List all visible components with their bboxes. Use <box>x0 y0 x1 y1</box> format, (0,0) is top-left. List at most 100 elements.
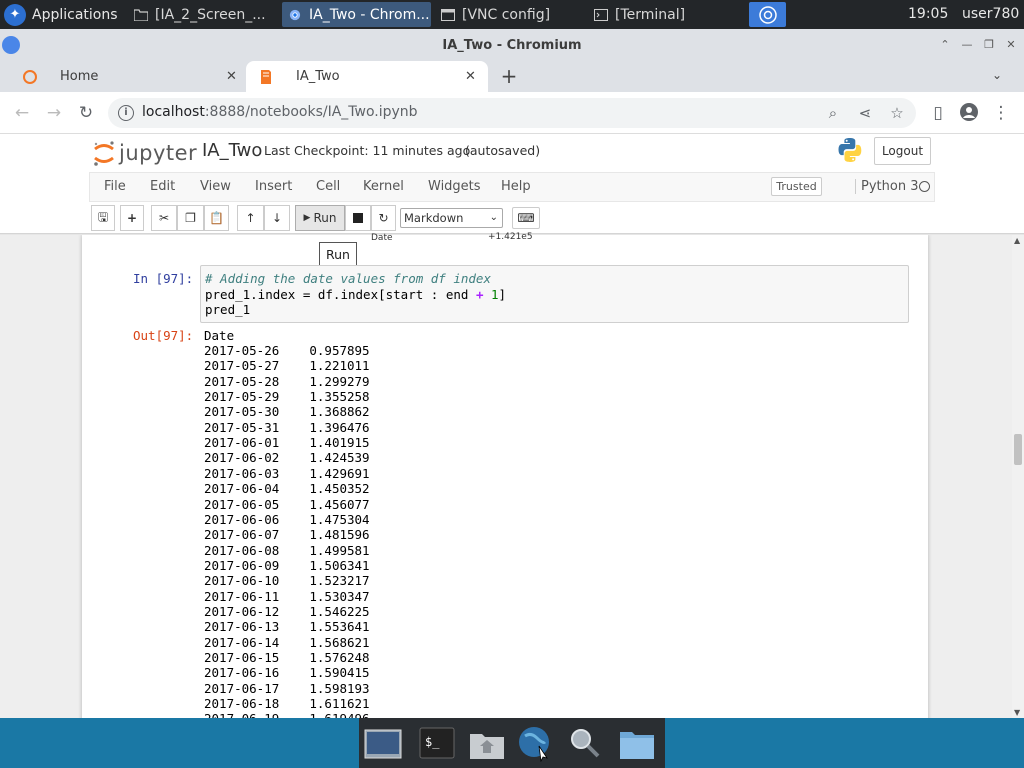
maximize-icon[interactable]: ❐ <box>980 37 998 53</box>
copy-button[interactable]: ❐ <box>177 205 204 231</box>
tab-home[interactable]: Home ✕ <box>10 61 246 92</box>
insert-cell-button[interactable]: + <box>120 205 144 231</box>
output-value: 1.598193 <box>309 680 370 696</box>
vertical-scrollbar[interactable]: ▲ ▼ <box>1012 235 1024 718</box>
taskbar-item-label: [Terminal] <box>615 6 686 23</box>
scissors-icon: ✂ <box>158 211 170 225</box>
search-magnifier-icon[interactable] <box>565 724 605 762</box>
more-menu-icon[interactable]: ⋮ <box>990 102 1012 124</box>
checkpoint-status: Last Checkpoint: 11 minutes ago <box>264 143 471 158</box>
scroll-up-icon[interactable]: ▲ <box>1014 236 1020 245</box>
tab-search-chevron-icon[interactable]: ⌄ <box>988 68 1006 86</box>
tab-label: Home <box>60 69 99 84</box>
folder-icon[interactable] <box>617 724 657 762</box>
move-down-button[interactable]: ↓ <box>264 205 290 231</box>
terminal-icon[interactable]: $_ <box>417 724 457 762</box>
address-bar[interactable]: i localhost:8888/notebooks/IA_Two.ipynb … <box>108 98 916 128</box>
menu-insert[interactable]: Insert <box>255 179 292 194</box>
restart-button[interactable]: ↻ <box>371 205 396 231</box>
home-folder-icon[interactable] <box>467 724 507 762</box>
side-panel-icon[interactable]: ▯ <box>927 102 949 124</box>
show-desktop-icon[interactable] <box>363 724 403 762</box>
menu-cell[interactable]: Cell <box>316 179 340 194</box>
menu-view[interactable]: View <box>200 179 231 194</box>
window-titlebar[interactable]: IA_Two - Chromium ⌃ — ❐ ✕ <box>0 29 1024 61</box>
output-date: 2017-06-16 <box>204 665 280 681</box>
shade-icon[interactable]: ⌃ <box>936 37 954 53</box>
back-arrow-icon[interactable]: ← <box>11 102 33 124</box>
code-cell-editor[interactable]: # Adding the date values from df index p… <box>200 265 909 323</box>
save-button[interactable]: 🖫 <box>91 205 115 231</box>
cut-button[interactable]: ✂ <box>151 205 177 231</box>
output-value: 1.553641 <box>309 619 370 635</box>
cell-type-select[interactable]: Markdown ⌄ <box>400 208 503 228</box>
output-value: 1.590415 <box>309 665 370 681</box>
move-up-button[interactable]: ↑ <box>237 205 264 231</box>
chromium-icon <box>758 5 777 24</box>
output-index-header: Date <box>204 328 235 343</box>
scrollbar-thumb[interactable] <box>1014 434 1022 465</box>
url-host: localhost <box>142 104 205 120</box>
command-palette-button[interactable]: ⌨ <box>512 207 540 229</box>
autosave-status: (autosaved) <box>465 143 541 158</box>
close-tab-icon[interactable]: ✕ <box>465 69 476 84</box>
interrupt-button[interactable] <box>345 205 371 231</box>
output-date: 2017-06-13 <box>204 619 280 635</box>
close-tab-icon[interactable]: ✕ <box>226 69 237 84</box>
output-date: 2017-06-10 <box>204 573 280 589</box>
output-date: 2017-06-01 <box>204 435 280 451</box>
python-logo-icon <box>838 138 862 162</box>
output-date: 2017-05-31 <box>204 419 280 435</box>
kernel-name[interactable]: Python 3 <box>855 179 918 194</box>
tab-ia-two[interactable]: IA_Two ✕ <box>246 61 488 92</box>
share-icon[interactable]: ⋖ <box>856 104 874 122</box>
menu-widgets[interactable]: Widgets <box>428 179 481 194</box>
scroll-down-icon[interactable]: ▼ <box>1014 708 1020 717</box>
previous-plot-axis-label: Date <box>371 233 393 243</box>
xfce-logo-icon: ✦ <box>4 3 26 26</box>
bookmark-star-icon[interactable]: ☆ <box>888 104 906 122</box>
menu-kernel[interactable]: Kernel <box>363 179 404 194</box>
code-text: pred_1.index = df.index[start : end <box>205 287 476 302</box>
logout-button[interactable]: Logout <box>874 137 931 165</box>
url-text[interactable]: localhost:8888/notebooks/IA_Two.ipynb <box>142 104 418 120</box>
notebook-name[interactable]: IA_Two <box>202 140 262 161</box>
new-tab-button[interactable]: + <box>499 66 519 87</box>
run-button[interactable]: ▶ Run <box>295 205 345 231</box>
tab-label: IA_Two <box>296 69 340 84</box>
arrow-down-icon: ↓ <box>271 211 283 225</box>
output-value: 1.499581 <box>309 542 370 558</box>
menu-help[interactable]: Help <box>501 179 531 194</box>
output-date: 2017-06-14 <box>204 634 280 650</box>
trusted-badge[interactable]: Trusted <box>771 177 822 196</box>
taskbar-item-vnc-config[interactable]: [VNC config] <box>435 2 585 27</box>
taskbar-item-chromium[interactable]: IA_Two - Chrom... <box>282 2 431 27</box>
output-date: 2017-06-07 <box>204 527 280 543</box>
clock[interactable]: 19:05 <box>908 0 948 29</box>
menu-file[interactable]: File <box>104 179 126 194</box>
output-row: 2017-05-28 1.299279 <box>204 374 370 389</box>
restart-icon: ↻ <box>378 211 389 225</box>
output-date: 2017-06-05 <box>204 496 280 512</box>
chromium-launcher-button[interactable] <box>749 2 786 27</box>
profile-avatar-icon[interactable] <box>958 102 980 124</box>
menu-edit[interactable]: Edit <box>150 179 175 194</box>
user-menu[interactable]: user780 <box>962 0 1019 29</box>
forward-arrow-icon[interactable]: → <box>43 102 65 124</box>
site-info-icon[interactable]: i <box>118 105 134 121</box>
output-date: 2017-05-27 <box>204 358 280 374</box>
applications-menu[interactable]: ✦ Applications <box>0 0 118 29</box>
output-date: 2017-05-26 <box>204 343 280 358</box>
zoom-icon[interactable]: ⌕ <box>824 104 842 122</box>
reload-icon[interactable]: ↻ <box>75 102 97 124</box>
taskbar-item-terminal[interactable]: [Terminal] <box>588 2 738 27</box>
jupyter-logo[interactable]: jupyter <box>93 139 197 167</box>
output-date: 2017-06-04 <box>204 481 280 497</box>
web-browser-icon[interactable] <box>515 724 555 762</box>
output-value: 1.568621 <box>309 634 370 650</box>
close-icon[interactable]: ✕ <box>1002 37 1020 53</box>
taskbar-item-file-manager[interactable]: [IA_2_Screen_... <box>128 2 276 27</box>
output-row: 2017-06-08 1.499581 <box>204 543 370 558</box>
minimize-icon[interactable]: — <box>958 37 976 53</box>
paste-button[interactable]: 📋 <box>204 205 229 231</box>
